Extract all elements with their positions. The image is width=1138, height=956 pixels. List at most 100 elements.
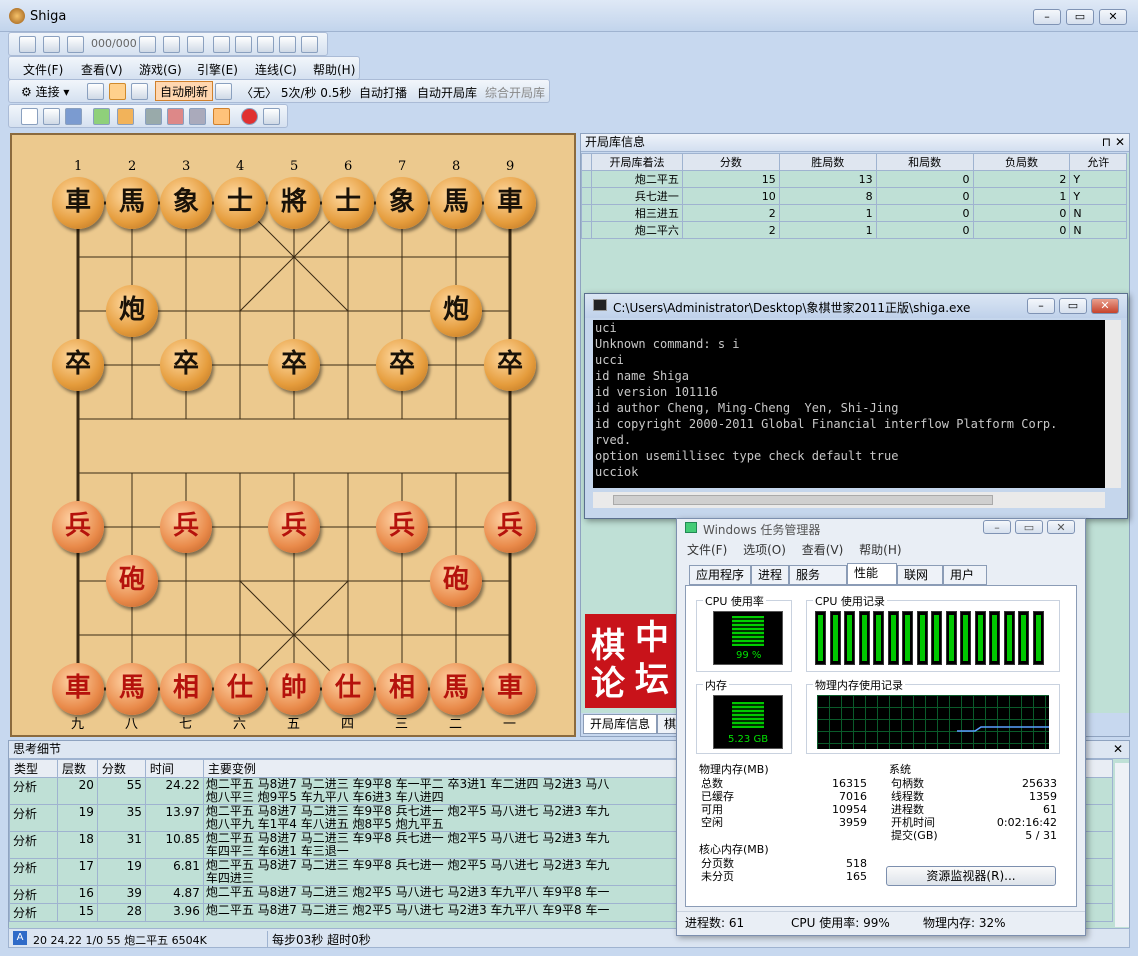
chess-piece[interactable]: 卒 — [484, 339, 536, 391]
console-maximize-button[interactable]: ▭ — [1059, 298, 1087, 314]
chess-piece[interactable]: 車 — [52, 663, 104, 715]
chess-piece[interactable]: 馬 — [430, 663, 482, 715]
think-column-header[interactable]: 层数 — [56, 759, 98, 778]
chess-piece[interactable]: 兵 — [52, 501, 104, 553]
menu-file[interactable]: 文件(F) — [23, 61, 63, 78]
layout1-icon[interactable] — [145, 108, 162, 125]
book-row[interactable]: 炮二平五 15 13 0 2 Y — [580, 170, 1127, 188]
chess-piece[interactable]: 車 — [52, 177, 104, 229]
menu-view[interactable]: 查看(V) — [81, 61, 123, 78]
layout2-icon[interactable] — [167, 108, 184, 125]
undo-icon[interactable] — [263, 108, 280, 125]
combined-book-button[interactable]: 综合开局库 — [485, 84, 545, 101]
chess-piece[interactable]: 馬 — [430, 177, 482, 229]
console-hscroll[interactable] — [593, 492, 1105, 508]
maximize-button[interactable]: ▭ — [1066, 9, 1094, 25]
console-close-button[interactable]: ✕ — [1091, 298, 1119, 314]
last-move-icon[interactable] — [187, 36, 204, 53]
book-row[interactable]: 炮二平六 2 1 0 0 N — [580, 221, 1127, 239]
chess-piece[interactable]: 帥 — [268, 663, 320, 715]
tm-tab-apps[interactable]: 应用程序 — [689, 565, 752, 585]
chess-piece[interactable]: 象 — [160, 177, 212, 229]
pin-icon[interactable]: ⊓ — [1102, 134, 1111, 151]
menu-engine[interactable]: 引擎(E) — [197, 61, 238, 78]
chess-piece[interactable]: 炮 — [430, 285, 482, 337]
menu-connect[interactable]: 连线(C) — [255, 61, 297, 78]
connect-button[interactable]: ⚙ 连接 ▾ — [21, 83, 69, 100]
chess-piece[interactable]: 兵 — [484, 501, 536, 553]
tm-maximize-button[interactable]: ▭ — [1015, 520, 1043, 534]
book-column-header[interactable]: 开局库着法 — [591, 153, 683, 171]
shield-icon[interactable] — [109, 83, 126, 100]
export-icon[interactable] — [301, 36, 318, 53]
tab-opening-book[interactable]: 开局库信息 — [583, 714, 658, 734]
chess-piece[interactable]: 車 — [484, 177, 536, 229]
paste-icon[interactable] — [257, 36, 274, 53]
chess-piece[interactable]: 卒 — [268, 339, 320, 391]
tm-menu-options[interactable]: 选项(O) — [743, 543, 786, 557]
chess-piece[interactable]: 象 — [376, 177, 428, 229]
import-icon[interactable] — [279, 36, 296, 53]
chess-piece[interactable]: 兵 — [160, 501, 212, 553]
new-icon[interactable] — [21, 108, 38, 125]
first-move-icon[interactable] — [19, 36, 36, 53]
chess-piece[interactable]: 炮 — [106, 285, 158, 337]
book-row[interactable]: 相三进五 2 1 0 0 N — [580, 204, 1127, 222]
menu-game[interactable]: 游戏(G) — [139, 61, 182, 78]
stop-icon[interactable] — [241, 108, 258, 125]
chess-piece[interactable]: 車 — [484, 663, 536, 715]
tm-menu-help[interactable]: 帮助(H) — [859, 543, 901, 557]
search-icon[interactable] — [131, 83, 148, 100]
menu-help[interactable]: 帮助(H) — [313, 61, 355, 78]
auto-play-button[interactable]: 自动打播 — [359, 84, 407, 101]
tm-tab-processes[interactable]: 进程 — [751, 565, 790, 585]
resource-monitor-button[interactable]: 资源监视器(R)... — [886, 866, 1056, 886]
tm-close-button[interactable]: ✕ — [1047, 520, 1075, 534]
chess-piece[interactable]: 砲 — [106, 555, 158, 607]
chess-piece[interactable]: 將 — [268, 177, 320, 229]
prev-move-icon[interactable] — [67, 36, 84, 53]
save-icon[interactable] — [65, 108, 82, 125]
tm-menu-view[interactable]: 查看(V) — [802, 543, 844, 557]
clock-icon[interactable] — [117, 108, 134, 125]
book-column-header[interactable]: 允许 — [1069, 153, 1127, 171]
cut-icon[interactable] — [213, 36, 230, 53]
auto-book-button[interactable]: 自动开局库 — [417, 84, 477, 101]
chess-piece[interactable]: 士 — [214, 177, 266, 229]
chess-board[interactable]: 123456789 九八七六五四三二一 車馬象士將士象馬車炮炮卒卒卒卒卒兵兵兵兵… — [10, 133, 576, 737]
console-output[interactable]: uci Unknown command: s i ucci id name Shiga… — [593, 320, 1105, 488]
chess-piece[interactable]: 卒 — [376, 339, 428, 391]
book-column-header[interactable]: 负局数 — [972, 153, 1071, 171]
chess-piece[interactable]: 相 — [376, 663, 428, 715]
minimize-button[interactable]: – — [1033, 9, 1061, 25]
open-icon[interactable] — [43, 108, 60, 125]
layout3-icon[interactable] — [189, 108, 206, 125]
console-vscroll[interactable] — [1105, 320, 1121, 488]
chess-piece[interactable]: 馬 — [106, 663, 158, 715]
thinking-vscroll[interactable] — [1115, 763, 1129, 927]
chess-piece[interactable]: 兵 — [268, 501, 320, 553]
chess-piece[interactable]: 士 — [322, 177, 374, 229]
chess-piece[interactable]: 砲 — [430, 555, 482, 607]
book-row[interactable]: 兵七进一 10 8 0 1 Y — [580, 187, 1127, 205]
close-button[interactable]: ✕ — [1099, 9, 1127, 25]
console-minimize-button[interactable]: – — [1027, 298, 1055, 314]
chess-piece[interactable]: 相 — [160, 663, 212, 715]
next-move-icon[interactable] — [139, 36, 156, 53]
chess-piece[interactable]: 兵 — [376, 501, 428, 553]
tm-tab-performance[interactable]: 性能 — [847, 563, 898, 585]
refresh-icon[interactable] — [215, 83, 232, 100]
chess-piece[interactable]: 仕 — [322, 663, 374, 715]
chess-piece[interactable]: 卒 — [160, 339, 212, 391]
plug-icon[interactable] — [87, 83, 104, 100]
find-icon[interactable] — [213, 108, 230, 125]
think-column-header[interactable]: 时间 — [144, 759, 204, 778]
thinking-close-icon[interactable]: ✕ — [1113, 741, 1123, 758]
flip-icon[interactable] — [93, 108, 110, 125]
chess-piece[interactable]: 馬 — [106, 177, 158, 229]
tm-minimize-button[interactable]: – — [983, 520, 1011, 534]
book-column-header[interactable]: 胜局数 — [778, 153, 877, 171]
chess-piece[interactable]: 仕 — [214, 663, 266, 715]
tm-tab-services[interactable]: 服务 — [789, 565, 848, 585]
tm-tab-users[interactable]: 用户 — [943, 565, 988, 585]
